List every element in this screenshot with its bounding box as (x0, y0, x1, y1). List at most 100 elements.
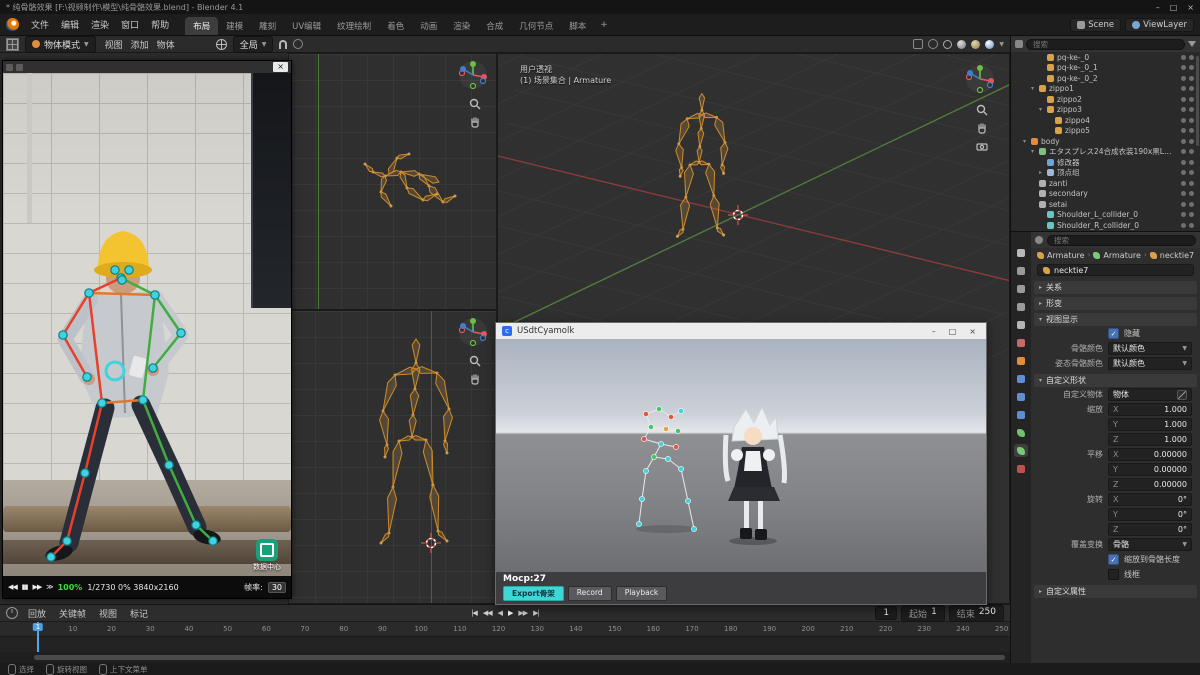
horizontal-scrollbar[interactable] (34, 655, 1005, 660)
overlays-toggle-icon[interactable] (928, 39, 938, 49)
outliner-row[interactable]: zippo5 (1011, 126, 1200, 137)
disable-icon[interactable] (1189, 118, 1194, 123)
workspace-tab[interactable]: 纹理绘制 (329, 17, 379, 35)
fps-value[interactable]: 30 (268, 582, 286, 593)
export--button[interactable]: Export骨架 (503, 586, 564, 601)
transform-orientation-dropdown[interactable]: 全局▼ (233, 36, 274, 53)
camera-view-icon[interactable] (976, 140, 988, 152)
snap-magnet-icon[interactable] (279, 40, 287, 49)
zoom-icon[interactable] (976, 104, 988, 116)
gizmo-toggle-icon[interactable] (913, 39, 923, 49)
jump-to-end-button[interactable]: ▶| (533, 609, 539, 617)
disable-icon[interactable] (1189, 223, 1194, 228)
world-tab[interactable] (1014, 336, 1028, 349)
hide-icon[interactable] (1181, 128, 1186, 133)
view-layer-tab[interactable] (1014, 300, 1028, 313)
scale-x-field[interactable]: X1.000 (1108, 403, 1192, 416)
timeline-menu[interactable]: 回放 (25, 607, 49, 620)
menubar-menu[interactable]: 编辑 (55, 17, 85, 32)
playhead-frame-badge[interactable]: 1 (33, 623, 43, 631)
frame-start-field[interactable]: 起始1 (901, 605, 945, 622)
disable-icon[interactable] (1189, 202, 1194, 207)
menubar-menu[interactable]: 渲染 (85, 17, 115, 32)
disable-icon[interactable] (1189, 76, 1194, 81)
filter-icon[interactable] (1188, 41, 1196, 47)
disable-icon[interactable] (1189, 97, 1194, 102)
viewport-top-left[interactable] (288, 53, 497, 310)
workspace-tab[interactable]: 雕刻 (251, 17, 284, 35)
outliner-row[interactable]: Shoulder_L_collider_0 (1011, 210, 1200, 221)
override-transform-field[interactable]: 骨骼▼ (1108, 538, 1192, 551)
viewport-menu[interactable]: 物体 (154, 38, 178, 51)
hide-icon[interactable] (1181, 223, 1186, 228)
eyedropper-icon[interactable] (1177, 390, 1187, 400)
workspace-tab[interactable]: 几何节点 (511, 17, 561, 35)
shading-options-caret[interactable]: ▼ (999, 41, 1004, 48)
workspace-tab[interactable]: 布局 (185, 17, 218, 35)
current-frame-field[interactable]: 1 (875, 606, 897, 620)
outliner-row[interactable]: Shoulder_R_collider_0 (1011, 220, 1200, 231)
video-menu-icon[interactable] (6, 64, 13, 71)
proportional-edit-icon[interactable] (293, 39, 303, 49)
custom-object-field[interactable]: 物体 (1108, 388, 1192, 401)
video-close-button[interactable]: × (273, 62, 288, 72)
viewport-bottom-left[interactable] (288, 310, 497, 604)
mocap-close-button[interactable]: × (965, 327, 980, 336)
menubar-menu[interactable]: 窗口 (115, 17, 145, 32)
disable-icon[interactable] (1189, 160, 1194, 165)
hide-icon[interactable] (1181, 149, 1186, 154)
outliner-row[interactable]: ▾body (1011, 136, 1200, 147)
editor-type-icon[interactable] (6, 38, 19, 51)
outliner-row[interactable]: ▸顶点组 (1011, 168, 1200, 179)
minimize-button[interactable]: – (1156, 3, 1160, 12)
shading-rendered-icon[interactable] (985, 40, 994, 49)
pan-hand-icon[interactable] (976, 122, 988, 134)
wireframe-checkbox[interactable] (1108, 569, 1119, 580)
view-layer-selector[interactable]: ViewLayer (1125, 18, 1194, 32)
disable-icon[interactable] (1189, 128, 1194, 133)
bone-color-dropdown[interactable]: 默认颜色▼ (1108, 342, 1192, 355)
disable-icon[interactable] (1189, 170, 1194, 175)
disable-icon[interactable] (1189, 139, 1194, 144)
timeline-ruler[interactable]: 1020304050607080901001101201301401501601… (0, 622, 1010, 637)
hide-icon[interactable] (1181, 118, 1186, 123)
prev-keyframe-button[interactable]: ◀◀ (483, 609, 492, 617)
pose-bone-color-dropdown[interactable]: 默认颜色▼ (1108, 357, 1192, 370)
bone-tab[interactable] (1014, 444, 1028, 457)
section-relations[interactable]: ▸关系 (1034, 281, 1197, 294)
workspace-tab[interactable]: 建模 (218, 17, 251, 35)
workspace-tab[interactable]: 着色 (379, 17, 412, 35)
zoom-icon[interactable] (469, 98, 481, 110)
workspace-tab[interactable]: 合成 (478, 17, 511, 35)
mocap-3d-view[interactable] (496, 339, 986, 572)
disable-icon[interactable] (1189, 86, 1194, 91)
hide-icon[interactable] (1181, 202, 1186, 207)
translate-x-field[interactable]: X0.00000 (1108, 448, 1192, 461)
menubar-menu[interactable]: 文件 (25, 17, 55, 32)
playback-button[interactable]: Playback (616, 586, 667, 601)
navigation-gizmo[interactable] (458, 317, 488, 350)
outliner-row[interactable]: 修改器 (1011, 157, 1200, 168)
workspace-tab[interactable]: 脚本 (561, 17, 594, 35)
mocap-minimize-button[interactable]: – (928, 327, 940, 336)
constraints-tab[interactable] (1014, 408, 1028, 421)
expand-icon[interactable]: ▾ (1029, 148, 1036, 155)
disable-icon[interactable] (1189, 181, 1194, 186)
outliner-scrollbar[interactable] (1196, 56, 1199, 146)
scene-tab[interactable] (1014, 318, 1028, 331)
hide-icon[interactable] (1181, 86, 1186, 91)
pan-hand-icon[interactable] (469, 116, 481, 128)
shading-material-icon[interactable] (971, 40, 980, 49)
prev-frame-button[interactable]: ◀◀ (8, 583, 17, 591)
blender-logo-icon[interactable] (6, 18, 19, 31)
translate-y-field[interactable]: Y0.00000 (1108, 463, 1192, 476)
expand-icon[interactable]: ▸ (1037, 169, 1044, 176)
scale-z-field[interactable]: Z1.000 (1108, 433, 1192, 446)
outliner-row[interactable]: secondary (1011, 189, 1200, 200)
object-tab[interactable] (1014, 354, 1028, 367)
modifiers-tab[interactable] (1014, 372, 1028, 385)
hide-icon[interactable] (1181, 139, 1186, 144)
hide-icon[interactable] (1181, 181, 1186, 186)
timeline-menu[interactable]: 标记 (127, 607, 151, 620)
scene-selector[interactable]: Scene (1070, 18, 1121, 32)
